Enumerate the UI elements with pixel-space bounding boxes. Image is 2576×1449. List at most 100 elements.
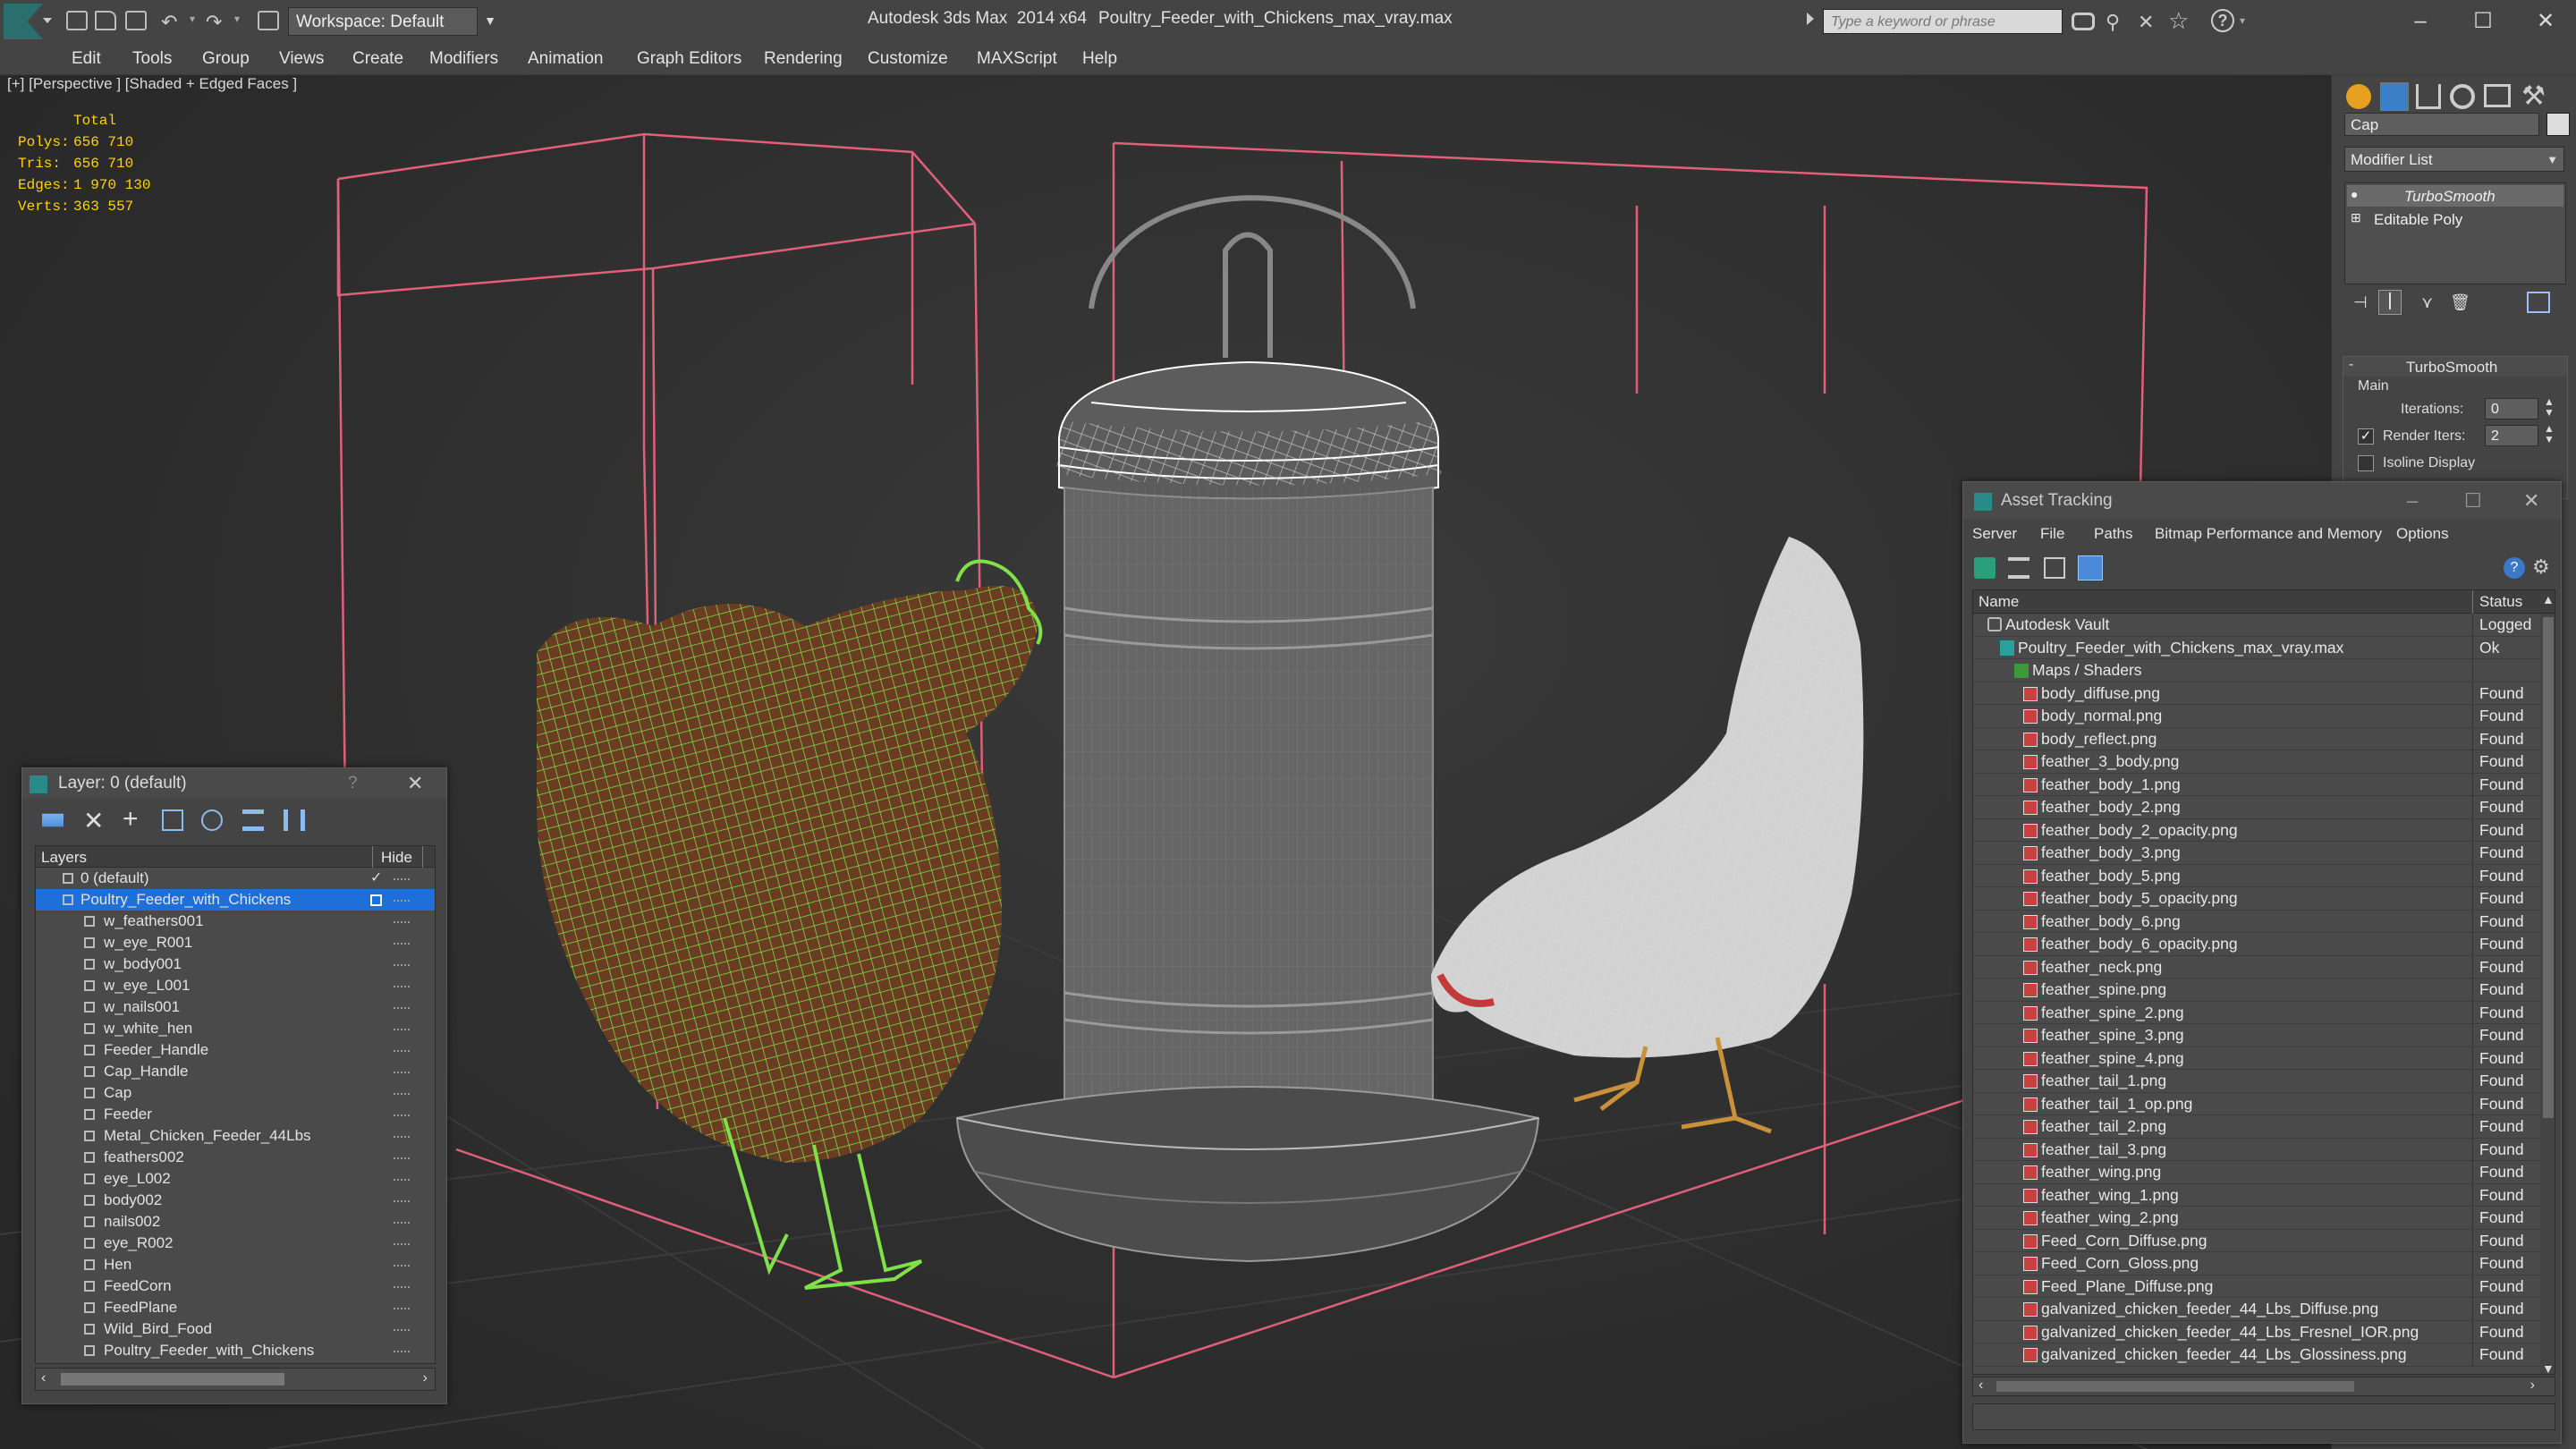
asset-menu-options[interactable]: Options	[2396, 520, 2449, 548]
layer-row[interactable]: feathers002	[36, 1147, 435, 1168]
menu-help[interactable]: Help	[1082, 43, 1117, 75]
asset-path-field[interactable]	[1972, 1403, 2555, 1430]
asset-row[interactable]: feather_wing.png Found	[1973, 1161, 2540, 1184]
layer-row[interactable]: Feeder	[36, 1104, 435, 1125]
communication-icon[interactable]: ✕	[2138, 11, 2154, 34]
object-name-field[interactable]: Cap	[2344, 113, 2539, 136]
asset-row[interactable]: Poultry_Feeder_with_Chickens_max_vray.ma…	[1973, 636, 2540, 659]
scroll-thumb[interactable]	[2543, 617, 2554, 1118]
modifier-list-dropdown[interactable]: Modifier List ▼	[2344, 147, 2564, 172]
menu-tools[interactable]: Tools	[132, 43, 172, 75]
hide-toggle[interactable]	[394, 1329, 410, 1333]
layer-row[interactable]: Wild_Bird_Food	[36, 1318, 435, 1340]
hide-toggle[interactable]	[394, 1222, 410, 1225]
layer-hscrollbar[interactable]: ‹ ›	[35, 1368, 436, 1391]
menu-customize[interactable]: Customize	[868, 43, 948, 75]
maximize-icon[interactable]: ☐	[2465, 5, 2501, 38]
table-view-icon[interactable]	[2078, 555, 2103, 580]
layer-row[interactable]: Feeder_Handle	[36, 1039, 435, 1061]
show-end-result-icon[interactable]: |	[2378, 290, 2402, 315]
asset-row[interactable]: feather_body_5_opacity.png Found	[1973, 887, 2540, 911]
asset-row[interactable]: feather_body_3.png Found	[1973, 842, 2540, 865]
asset-minimize-icon[interactable]: –	[2407, 482, 2418, 520]
hide-toggle[interactable]	[394, 900, 410, 903]
render-iters-checkbox[interactable]: ✓	[2358, 428, 2374, 445]
layer-row[interactable]: FeedCorn	[36, 1275, 435, 1297]
col-layers-header[interactable]: Layers	[41, 849, 87, 867]
app-menu-dropdown-icon[interactable]	[43, 18, 52, 23]
layer-row[interactable]: Poultry_Feeder_with_Chickens	[36, 1340, 435, 1361]
asset-row[interactable]: feather_spine.png Found	[1973, 979, 2540, 1002]
menu-maxscript[interactable]: MAXScript	[977, 43, 1057, 75]
layer-row[interactable]: nails002	[36, 1211, 435, 1233]
asset-row[interactable]: feather_neck.png Found	[1973, 955, 2540, 979]
menu-modifiers[interactable]: Modifiers	[429, 43, 498, 75]
hide-all-layers-icon[interactable]	[242, 809, 264, 831]
layer-row[interactable]: Hen	[36, 1254, 435, 1275]
scroll-thumb[interactable]	[1996, 1381, 2354, 1392]
hierarchy-tab-icon[interactable]	[2416, 84, 2441, 109]
layer-row[interactable]: eye_R002	[36, 1233, 435, 1254]
menu-graph-editors[interactable]: Graph Editors	[637, 43, 741, 75]
asset-hscrollbar[interactable]: ‹ ›	[1972, 1377, 2555, 1396]
asset-row[interactable]: feather_tail_3.png Found	[1973, 1138, 2540, 1161]
open-file-icon[interactable]	[95, 11, 116, 30]
asset-row[interactable]: Maps / Shaders	[1973, 659, 2540, 682]
asset-row[interactable]: feather_wing_1.png Found	[1973, 1183, 2540, 1207]
layer-row[interactable]: w_eye_L001	[36, 975, 435, 996]
hide-toggle[interactable]	[394, 1265, 410, 1268]
asset-maximize-icon[interactable]: ☐	[2464, 482, 2482, 520]
modifier-turbosmooth[interactable]: ● TurboSmooth	[2347, 185, 2563, 207]
asset-menu-paths[interactable]: Paths	[2094, 520, 2132, 548]
pin-stack-icon[interactable]: ⊣	[2353, 293, 2368, 312]
add-to-layer-icon[interactable]: +	[123, 804, 139, 835]
hide-toggle[interactable]	[394, 1072, 410, 1075]
select-objects-icon[interactable]	[162, 809, 183, 831]
favorites-star-icon[interactable]: ☆	[2168, 7, 2189, 35]
configure-sets-icon[interactable]	[2527, 292, 2550, 313]
asset-row[interactable]: feather_spine_4.png Found	[1973, 1046, 2540, 1070]
highlight-layer-icon[interactable]	[201, 809, 223, 831]
undo-dropdown-icon[interactable]: ▾	[190, 13, 195, 25]
thumbnail-view-icon[interactable]	[2044, 557, 2065, 579]
set-active-layer-icon[interactable]	[370, 894, 382, 906]
hide-toggle[interactable]	[394, 1200, 410, 1204]
hide-toggle[interactable]	[394, 921, 410, 925]
layer-row[interactable]: FeedPlane	[36, 1297, 435, 1318]
project-folder-icon[interactable]	[258, 11, 279, 30]
binoculars-icon[interactable]	[2072, 13, 2095, 30]
new-file-icon[interactable]	[66, 11, 88, 30]
asset-menu-bitmap[interactable]: Bitmap Performance and Memory	[2155, 520, 2382, 548]
motion-tab-icon[interactable]	[2450, 84, 2475, 109]
iterations-spinner[interactable]: 0	[2485, 398, 2538, 419]
make-unique-icon[interactable]: ⋎	[2421, 293, 2433, 312]
asset-row[interactable]: feather_body_5.png Found	[1973, 864, 2540, 887]
app-logo-icon[interactable]	[4, 4, 43, 39]
active-layer-check-icon[interactable]: ✓	[370, 868, 382, 889]
save-icon[interactable]	[125, 11, 147, 30]
layer-row[interactable]: w_feathers001	[36, 911, 435, 932]
layer-close-icon[interactable]: ✕	[407, 768, 423, 799]
layer-row[interactable]: w_body001	[36, 953, 435, 975]
hide-toggle[interactable]	[394, 1136, 410, 1140]
layer-row[interactable]: Cap	[36, 1082, 435, 1104]
modify-tab-icon[interactable]	[2380, 82, 2409, 111]
layer-row[interactable]: 0 (default) ✓	[36, 868, 435, 889]
menu-create[interactable]: Create	[352, 43, 403, 75]
object-color-swatch[interactable]	[2546, 113, 2570, 136]
create-tab-icon[interactable]	[2346, 84, 2371, 109]
asset-row[interactable]: Autodesk Vault Logged	[1973, 614, 2540, 637]
hide-toggle[interactable]	[394, 964, 410, 968]
subscription-icon[interactable]: ⚲	[2106, 11, 2120, 34]
create-layer-icon[interactable]	[42, 813, 64, 827]
menu-views[interactable]: Views	[279, 43, 324, 75]
asset-row[interactable]: Feed_Plane_Diffuse.png Found	[1973, 1275, 2540, 1298]
asset-row[interactable]: feather_tail_1.png Found	[1973, 1070, 2540, 1093]
col-status-header[interactable]: Status	[2479, 593, 2522, 611]
asset-row[interactable]: Feed_Corn_Gloss.png Found	[1973, 1252, 2540, 1275]
render-iters-spinner[interactable]: 2	[2485, 425, 2538, 446]
redo-icon[interactable]: ↷	[206, 11, 222, 34]
freeze-all-layers-icon[interactable]	[284, 809, 305, 831]
col-hide-header[interactable]: Hide	[381, 849, 412, 867]
hide-toggle[interactable]	[394, 1351, 410, 1354]
